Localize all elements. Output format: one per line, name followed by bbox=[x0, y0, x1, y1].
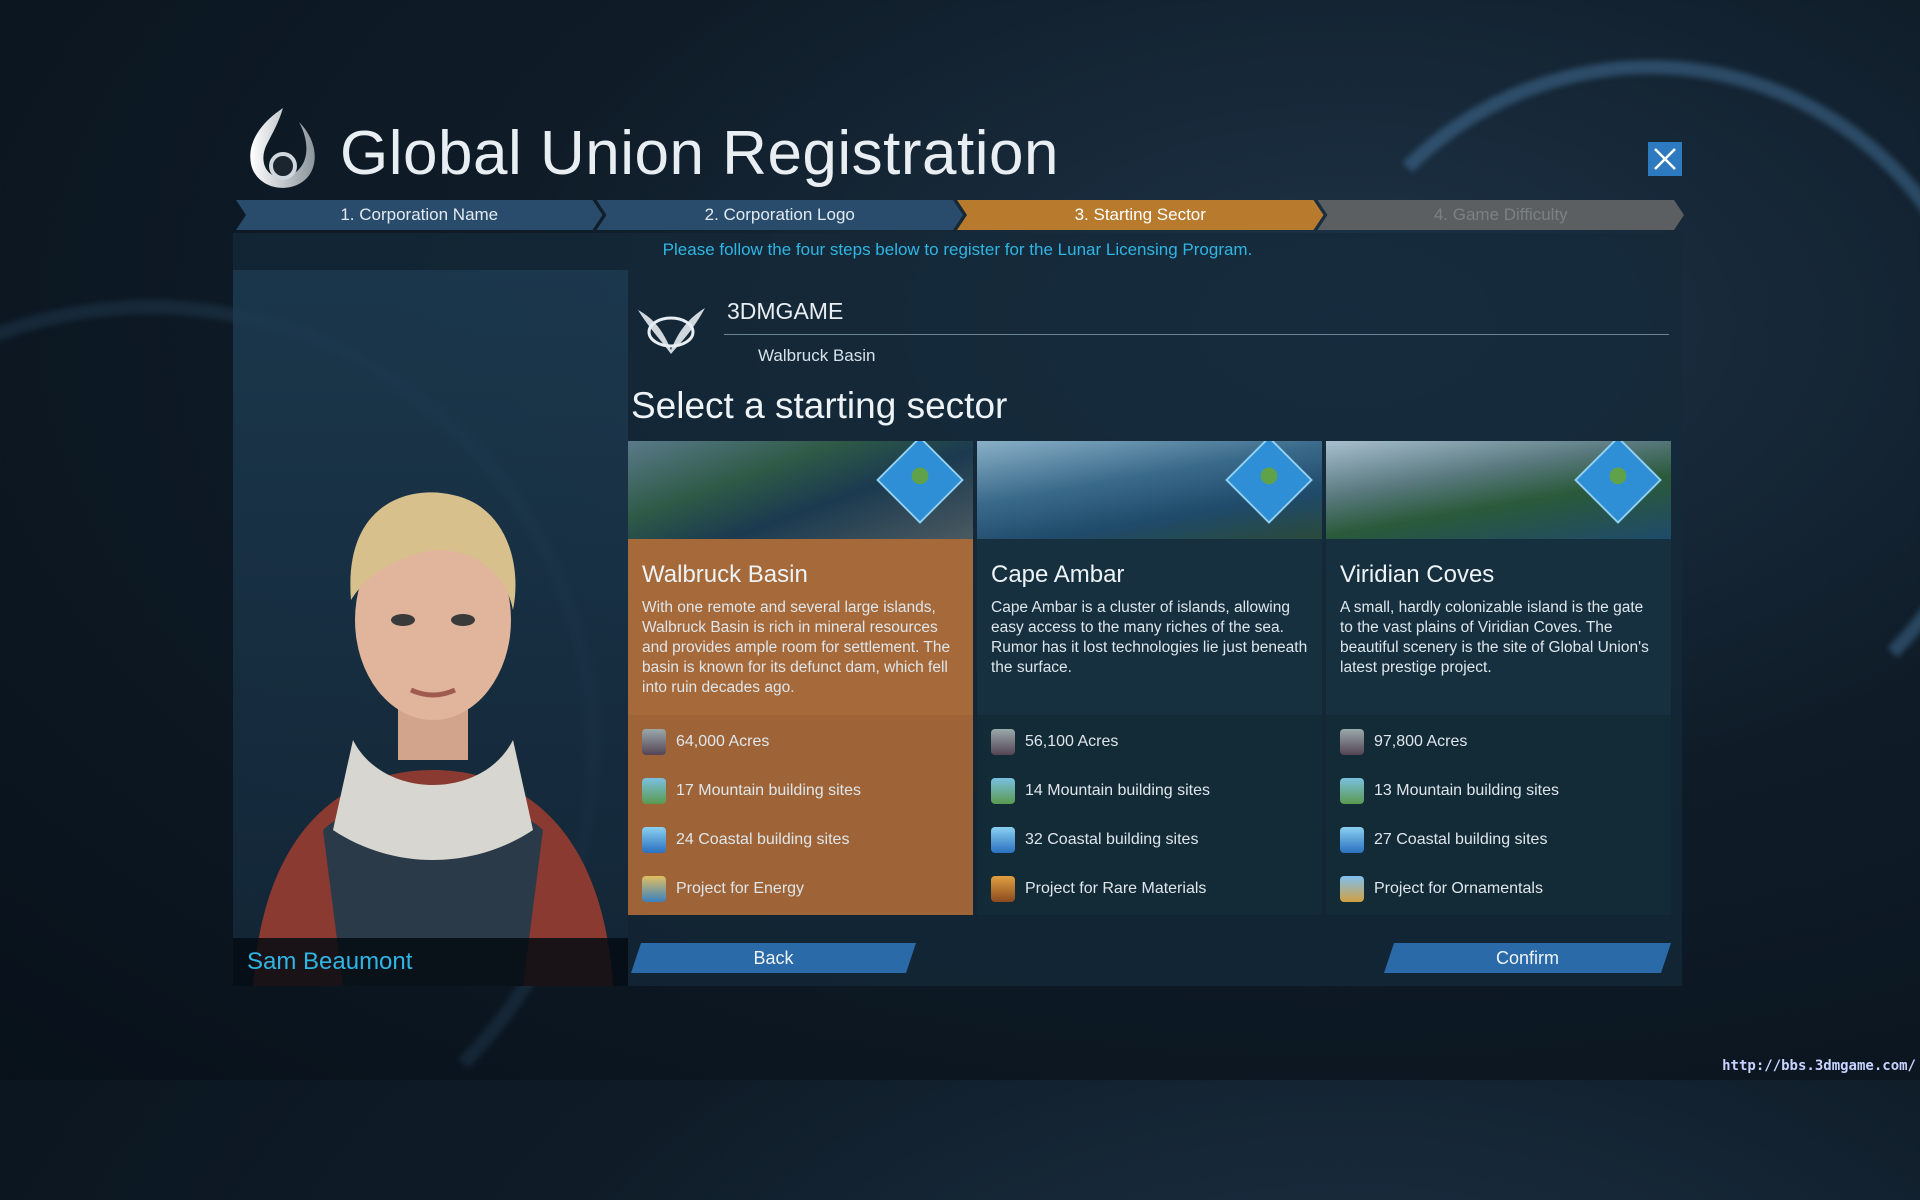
watermark: http://bbs.3dmgame.com/ bbox=[1722, 1058, 1916, 1074]
corporation-logo bbox=[638, 308, 705, 354]
sector-description: Cape Ambar is a cluster of islands, allo… bbox=[991, 599, 1308, 676]
acres-icon bbox=[991, 729, 1015, 755]
divider bbox=[724, 334, 1669, 335]
acres-icon bbox=[642, 729, 666, 755]
instruction-text: Please follow the four steps below to re… bbox=[662, 240, 1253, 259]
sector-stats: 56,100 Acres 14 Mountain building sites … bbox=[977, 715, 1322, 915]
sector-description: A small, hardly colonizable island is th… bbox=[1340, 599, 1649, 676]
mountain-sites: 14 Mountain building sites bbox=[1025, 782, 1211, 799]
sector-image bbox=[977, 441, 1322, 539]
acres: 64,000 Acres bbox=[676, 733, 770, 750]
sector-card-cape-ambar[interactable]: Cape Ambar Cape Ambar is a cluster of is… bbox=[977, 441, 1322, 915]
coastal-sites: 27 Coastal building sites bbox=[1374, 831, 1548, 848]
mountain-sites: 13 Mountain building sites bbox=[1374, 782, 1560, 799]
coastal-site-icon bbox=[1340, 827, 1364, 853]
sector-map-icon bbox=[876, 441, 964, 524]
section-heading: Select a starting sector bbox=[631, 385, 1008, 426]
sector-card-walbruck-basin[interactable]: Walbruck Basin With one remote and sever… bbox=[628, 441, 973, 915]
coastal-sites: 32 Coastal building sites bbox=[1025, 831, 1199, 848]
sector-image bbox=[628, 441, 973, 539]
advisor-name: Sam Beaumont bbox=[233, 938, 628, 986]
sector-card-viridian-coves[interactable]: Viridian Coves A small, hardly colonizab… bbox=[1326, 441, 1671, 915]
registration-steps: 1. Corporation Name 2. Corporation Logo … bbox=[236, 200, 1678, 230]
step-corporation-logo[interactable]: 2. Corporation Logo bbox=[597, 200, 964, 230]
sector-name: Cape Ambar bbox=[991, 561, 1125, 588]
project: Project for Ornamentals bbox=[1374, 880, 1543, 897]
advisor-portrait bbox=[233, 270, 628, 986]
page-title: Global Union Registration bbox=[340, 119, 1059, 188]
acres: 56,100 Acres bbox=[1025, 733, 1119, 750]
sector-image bbox=[1326, 441, 1671, 539]
energy-project-icon bbox=[642, 876, 666, 902]
mountain-sites: 17 Mountain building sites bbox=[676, 782, 862, 799]
step-game-difficulty: 4. Game Difficulty bbox=[1318, 200, 1685, 230]
sector-description: With one remote and several large island… bbox=[642, 599, 951, 696]
close-button[interactable] bbox=[1648, 142, 1682, 176]
global-union-logo bbox=[250, 108, 315, 188]
back-button[interactable]: Back bbox=[631, 943, 916, 973]
sector-name: Walbruck Basin bbox=[642, 561, 808, 588]
step-starting-sector[interactable]: 3. Starting Sector bbox=[957, 200, 1324, 230]
coastal-site-icon bbox=[642, 827, 666, 853]
mountain-site-icon bbox=[642, 778, 666, 804]
corporation-name: 3DMGAME bbox=[727, 298, 844, 324]
corporation-sector: Walbruck Basin bbox=[758, 346, 876, 365]
coastal-sites: 24 Coastal building sites bbox=[676, 831, 850, 848]
coastal-site-icon bbox=[991, 827, 1015, 853]
mountain-site-icon bbox=[991, 778, 1015, 804]
sector-map-icon bbox=[1574, 441, 1662, 524]
mountain-site-icon bbox=[1340, 778, 1364, 804]
confirm-button[interactable]: Confirm bbox=[1384, 943, 1671, 973]
project: Project for Energy bbox=[676, 880, 805, 897]
close-icon bbox=[1654, 148, 1676, 170]
step-corporation-name[interactable]: 1. Corporation Name bbox=[236, 200, 603, 230]
sector-stats: 97,800 Acres 13 Mountain building sites … bbox=[1326, 715, 1671, 915]
sector-name: Viridian Coves bbox=[1340, 561, 1495, 588]
acres: 97,800 Acres bbox=[1374, 733, 1468, 750]
project: Project for Rare Materials bbox=[1025, 880, 1207, 897]
acres-icon bbox=[1340, 729, 1364, 755]
rare-materials-project-icon bbox=[991, 876, 1015, 902]
sector-stats: 64,000 Acres 17 Mountain building sites … bbox=[628, 715, 973, 915]
ornamentals-project-icon bbox=[1340, 876, 1364, 902]
sector-map-icon bbox=[1225, 441, 1313, 524]
